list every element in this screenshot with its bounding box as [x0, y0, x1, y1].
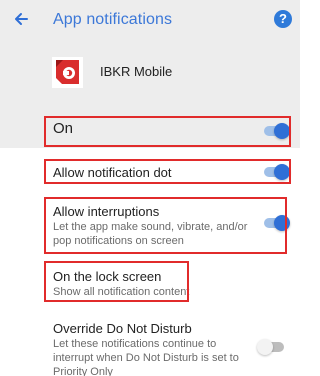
- allow-notification-dot-toggle-thumb: [274, 164, 290, 180]
- override-dnd-label: Override Do Not Disturb: [53, 321, 192, 336]
- allow-interruptions-description: Let the app make sound, vibrate, and/or …: [53, 221, 248, 247]
- allow-notification-dot-row[interactable]: Allow notification dot: [0, 158, 300, 186]
- override-dnd-description: Let these notifications continue to inte…: [53, 338, 239, 376]
- on-toggle-thumb: [274, 123, 290, 139]
- allow-interruptions-row[interactable]: Allow interruptions Let the app make sou…: [0, 198, 300, 256]
- notification-settings-screen: App notifications ? IBKR Mobile On Allow…: [0, 0, 300, 376]
- allow-interruptions-toggle-thumb: [274, 215, 290, 231]
- lock-screen-label: On the lock screen: [53, 269, 162, 284]
- override-dnd-row[interactable]: Override Do Not Disturb Let these notifi…: [0, 315, 300, 376]
- page-title: App notifications: [53, 11, 173, 28]
- lock-screen-value: Show all notification content: [53, 286, 190, 298]
- allow-interruptions-label: Allow interruptions: [53, 204, 160, 219]
- back-arrow-icon[interactable]: [11, 9, 31, 29]
- ibkr-logo-icon: [52, 57, 83, 88]
- allow-notification-dot-label: Allow notification dot: [53, 165, 172, 180]
- allow-notification-dot-toggle[interactable]: [262, 164, 290, 180]
- app-name: IBKR Mobile: [100, 64, 173, 79]
- on-row[interactable]: On: [0, 114, 300, 148]
- override-dnd-toggle-thumb: [257, 339, 273, 355]
- on-toggle[interactable]: [262, 123, 290, 139]
- lock-screen-row[interactable]: On the lock screen Show all notification…: [0, 262, 300, 304]
- on-label: On: [53, 120, 74, 137]
- override-dnd-toggle[interactable]: [257, 339, 285, 355]
- help-icon[interactable]: ?: [274, 10, 292, 28]
- allow-interruptions-toggle[interactable]: [262, 215, 290, 231]
- app-header: App notifications ? IBKR Mobile: [0, 0, 300, 120]
